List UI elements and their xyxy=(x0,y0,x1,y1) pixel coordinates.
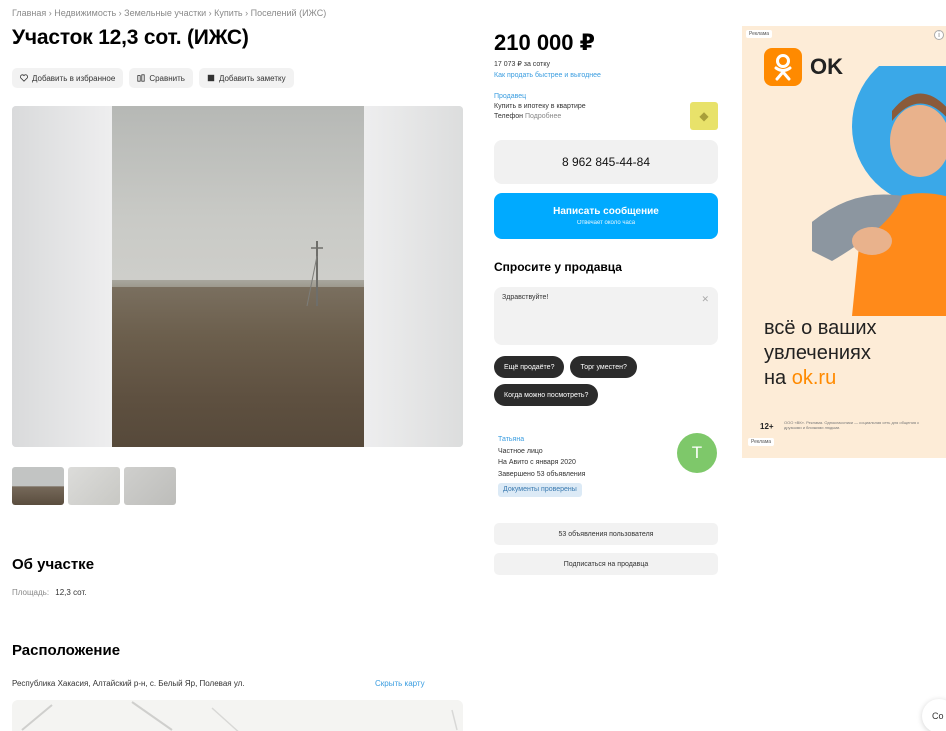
quick-questions: Ещё продаёте? Торг уместен? Когда можно … xyxy=(494,356,718,406)
seller-name[interactable]: Татьяна xyxy=(498,434,585,446)
location-heading: Расположение xyxy=(12,642,121,659)
seller-mini-line2-row: Телефон Подробнее xyxy=(494,112,586,122)
note-icon xyxy=(207,74,215,82)
seller-ads-count: Завершено 53 объявления xyxy=(498,470,586,478)
photo-thumbnails xyxy=(12,467,176,505)
question-chip-viewing[interactable]: Когда можно посмотреть? xyxy=(494,384,599,406)
photo-gallery[interactable] xyxy=(12,106,463,447)
area-label: Площадь: xyxy=(12,588,50,597)
chat-bubble[interactable]: Со xyxy=(922,699,946,731)
map-roads xyxy=(21,701,458,731)
location-map[interactable] xyxy=(12,700,463,731)
ok-logo-glyph xyxy=(774,54,792,81)
ask-seller-input[interactable]: Здравствуйте! ✕ xyxy=(494,287,718,345)
ad-banner[interactable]: Реклама i OK всё о ваших увлечениях на o… xyxy=(742,26,946,458)
price: 210 000 ₽ xyxy=(494,30,595,55)
thumbnail-1[interactable] xyxy=(12,467,64,505)
ad-slogan-line3-row: на ok.ru xyxy=(764,366,877,391)
listing-actions: Добавить в избранное Сравнить Добавить з… xyxy=(12,68,294,88)
seller-mini-line2: Телефон xyxy=(494,113,524,120)
ad-disclaimer: ООО «ВК». Реклама. Одноклассники — социа… xyxy=(784,420,920,430)
ad-slogan-line3: на xyxy=(764,367,792,389)
seller-since: На Авито с января 2020 xyxy=(498,459,576,466)
seller-mini-name[interactable]: Продавец xyxy=(494,92,586,102)
add-note-button[interactable]: Добавить заметку xyxy=(198,68,294,88)
seller-verified-badge: Документы проверены xyxy=(498,483,582,497)
ad-age-rating: 12+ xyxy=(760,422,774,431)
ad-footer-label: Реклама xyxy=(748,438,775,446)
area-row: Площадь: 12,3 сот. xyxy=(12,588,86,597)
ask-seller-heading: Спросите у продавца xyxy=(494,260,622,274)
ad-slogan-line2: увлечениях xyxy=(764,342,871,364)
ad-slogan-accent: ok.ru xyxy=(791,367,837,389)
seller-logo-icon: ◆ xyxy=(699,109,709,123)
power-pole-image xyxy=(306,241,323,306)
ad-slogan-line1: всё о ваших xyxy=(764,317,877,339)
add-to-favorites-label: Добавить в избранное xyxy=(32,73,116,83)
compare-button[interactable]: Сравнить xyxy=(129,68,193,88)
show-phone-button[interactable]: 8 962 845-44-84 xyxy=(494,140,718,184)
seller-mini-logo: ◆ xyxy=(690,102,718,130)
main-photo[interactable] xyxy=(112,106,364,447)
compare-label: Сравнить xyxy=(149,73,185,83)
seller-type: Частное лицо xyxy=(498,447,543,455)
clear-icon[interactable]: ✕ xyxy=(701,294,709,305)
seller-listings-button[interactable]: 53 объявления пользователя xyxy=(494,523,718,545)
response-time-text: Отвечает около часа xyxy=(576,220,636,226)
price-help-link[interactable]: Как продать быстрее и выгоднее xyxy=(494,72,601,79)
subscribe-seller-button[interactable]: Подписаться на продавца xyxy=(494,553,718,575)
add-to-favorites-button[interactable]: Добавить в избранное xyxy=(12,68,124,88)
ok-logo-icon xyxy=(764,48,802,86)
ask-seller-input-text: Здравствуйте! xyxy=(502,294,549,301)
area-value: 12,3 сот. xyxy=(55,588,87,597)
gallery-blur-right xyxy=(363,106,463,447)
breadcrumb[interactable]: Главная › Недвижимость › Земельные участ… xyxy=(12,8,326,18)
question-chip-still-selling[interactable]: Ещё продаёте? xyxy=(494,356,565,378)
write-message-button[interactable]: Написать сообщение Отвечает около часа xyxy=(494,193,718,239)
price-per-unit: 17 073 ₽ за сотку xyxy=(494,61,550,68)
thumbnail-3[interactable] xyxy=(124,467,176,505)
seller-mini-info: Продавец Купить в ипотеку в квартире Тел… xyxy=(494,92,586,122)
hide-map-link[interactable]: Скрыть карту xyxy=(375,679,425,688)
avatar[interactable]: Т xyxy=(677,433,717,473)
heart-icon xyxy=(20,74,28,82)
write-message-label: Написать сообщение xyxy=(553,206,659,217)
page-title: Участок 12,3 сот. (ИЖС) xyxy=(12,26,249,49)
ad-info-icon[interactable]: i xyxy=(934,30,944,40)
compare-icon xyxy=(137,74,145,82)
ad-person-image xyxy=(812,66,946,316)
thumbnail-2[interactable] xyxy=(68,467,120,505)
address-text: Республика Хакасия, Алтайский р-н, с. Бе… xyxy=(12,679,245,688)
seller-info: Татьяна Частное лицо На Авито с января 2… xyxy=(498,434,585,497)
question-chip-bargain[interactable]: Торг уместен? xyxy=(570,356,637,378)
about-heading: Об участке xyxy=(12,556,95,573)
ad-slogan: всё о ваших увлечениях на ok.ru xyxy=(764,316,877,391)
gallery-blur-left xyxy=(12,106,112,447)
photo-ground xyxy=(112,286,364,447)
seller-mini-line1: Купить в ипотеку в квартире xyxy=(494,103,586,110)
add-note-label: Добавить заметку xyxy=(218,73,286,83)
seller-mini-more-link[interactable]: Подробнее xyxy=(525,113,561,120)
ad-label: Реклама xyxy=(746,30,773,38)
